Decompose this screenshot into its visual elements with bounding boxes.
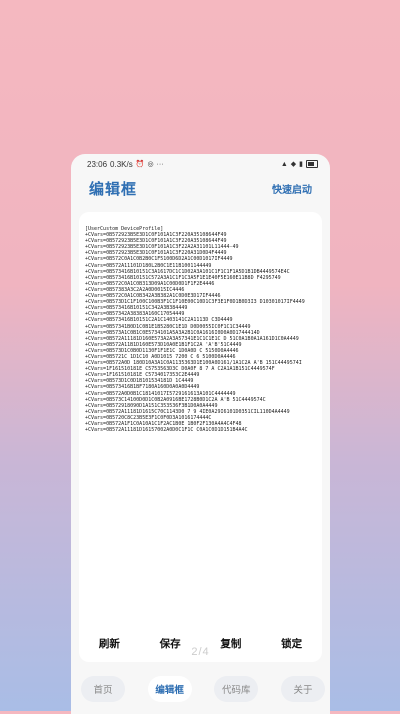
status-bar: 23:06 0.3K/s ⏰ ◎ ··· ▲ ◆ ▮ (71, 154, 330, 174)
signal-icon: ▲ (280, 160, 288, 168)
app-bar: 编辑框 快速启动 (71, 176, 330, 200)
code-editor[interactable]: [UserCustom DeviceProfile] +CVars=0B5729… (85, 226, 317, 662)
editor-card: [UserCustom DeviceProfile] +CVars=0B5729… (79, 212, 322, 662)
page-indicator: 2/4 (191, 646, 210, 658)
notification-icon: ◎ (147, 161, 154, 168)
nav-about[interactable]: 关于 (280, 676, 325, 702)
status-net-speed: 0.3K/s (110, 159, 133, 169)
bottom-nav: 首页 编辑框 代码库 关于 (81, 674, 325, 704)
nav-home[interactable]: 首页 (81, 676, 125, 702)
nav-editor[interactable]: 编辑框 (147, 676, 192, 702)
wifi-icon: ◆ (290, 161, 297, 168)
cell-signal-icon: ▮ (299, 161, 303, 168)
quick-launch-button[interactable]: 快速启动 (272, 181, 330, 196)
alarm-icon: ⏰ (135, 161, 145, 168)
status-time: 23:06 (87, 159, 108, 169)
battery-icon (306, 160, 318, 168)
phone-screen: 23:06 0.3K/s ⏰ ◎ ··· ▲ ◆ ▮ 编辑框 快速启动 [Use… (71, 154, 330, 714)
page-title: 编辑框 (89, 180, 138, 198)
more-dots-icon: ··· (156, 160, 164, 168)
nav-code-library[interactable]: 代码库 (214, 676, 259, 702)
